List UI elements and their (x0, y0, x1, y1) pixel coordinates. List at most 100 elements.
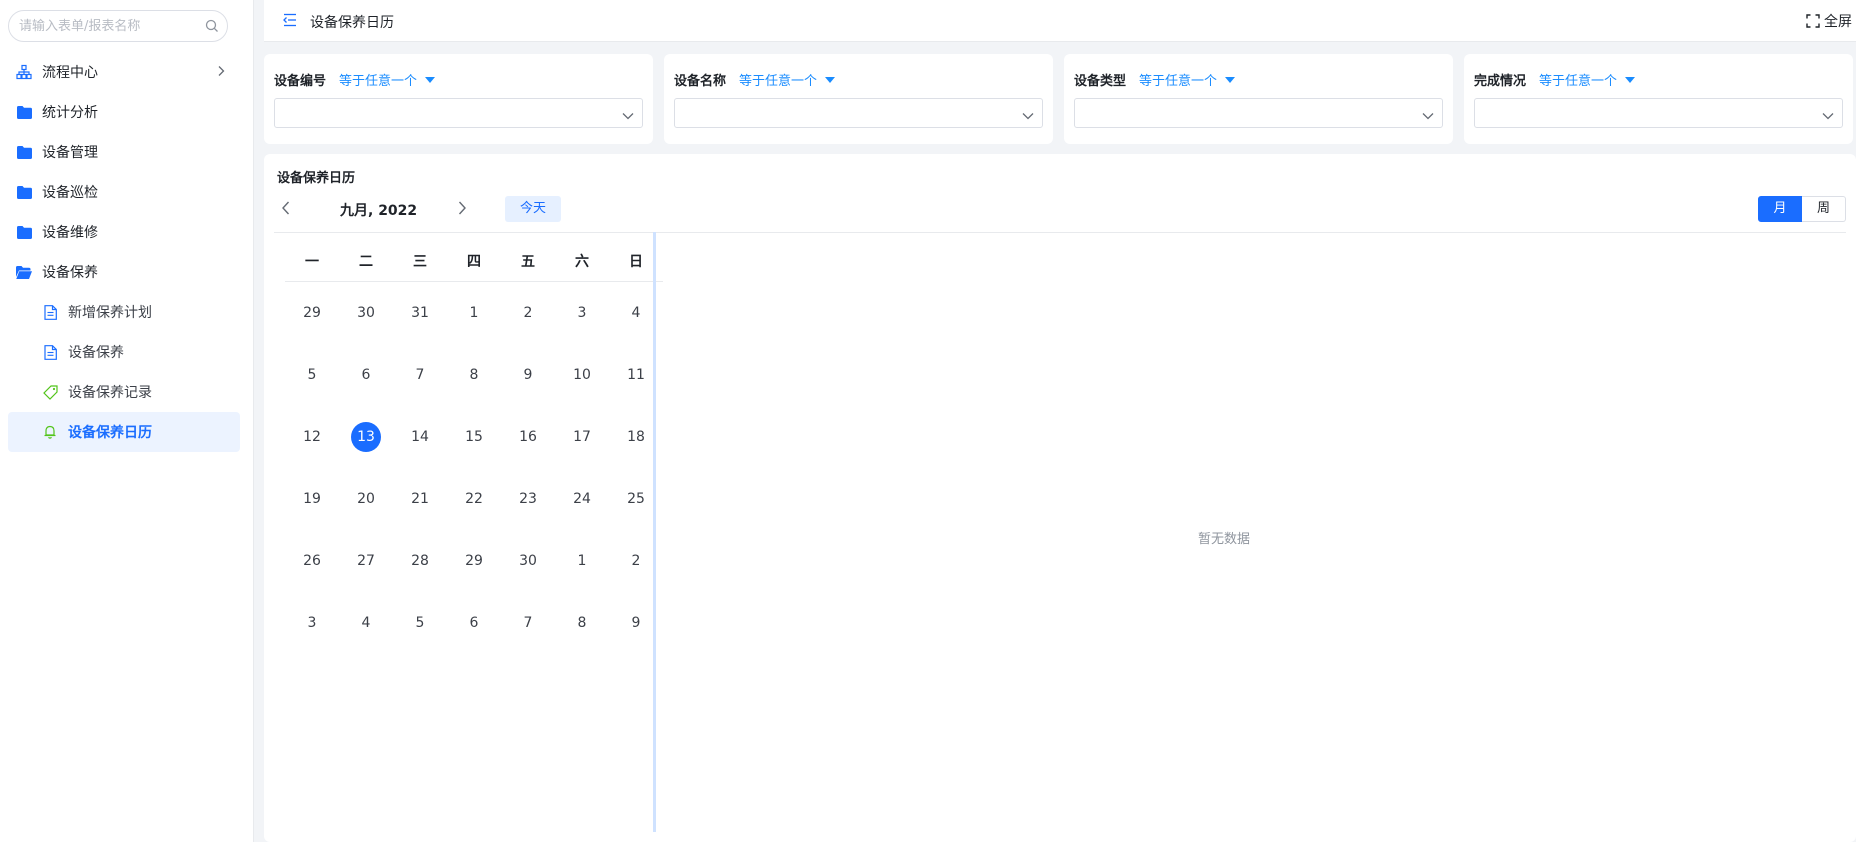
day-number: 8 (469, 367, 479, 383)
week-view-button[interactable]: 周 (1802, 196, 1846, 222)
today-button[interactable]: 今天 (505, 196, 561, 222)
calendar-day[interactable]: 1 (447, 282, 501, 344)
menu-collapse-icon[interactable] (282, 12, 298, 32)
folder-icon (16, 224, 32, 240)
filter-select[interactable] (274, 98, 643, 128)
calendar-week-row: 29 30 31 1 2 3 4 (285, 282, 663, 344)
sidebar-item-process-center[interactable]: 流程中心 (8, 52, 240, 92)
day-number: 4 (361, 615, 371, 631)
calendar-day[interactable]: 19 (285, 468, 339, 530)
calendar-day[interactable]: 8 (447, 344, 501, 406)
calendar-day[interactable]: 30 (339, 282, 393, 344)
calendar-day[interactable]: 26 (285, 530, 339, 592)
calendar-day[interactable]: 12 (285, 406, 339, 468)
calendar-day[interactable]: 27 (339, 530, 393, 592)
sidebar-item-statistics[interactable]: 统计分析 (8, 92, 240, 132)
filter-select[interactable] (674, 98, 1043, 128)
bell-icon (42, 424, 58, 440)
folder-icon (16, 144, 32, 160)
filter-label: 设备名称 (674, 74, 727, 89)
filter-label: 完成情况 (1474, 74, 1527, 89)
previous-month-button[interactable] (280, 200, 292, 220)
calendar-day[interactable]: 22 (447, 468, 501, 530)
org-chart-icon (16, 64, 32, 80)
calendar-day[interactable]: 5 (393, 592, 447, 654)
day-number: 2 (523, 305, 533, 321)
calendar-day[interactable]: 3 (285, 592, 339, 654)
day-number: 7 (523, 615, 533, 631)
calendar-day[interactable]: 6 (447, 592, 501, 654)
calendar-day[interactable]: 29 (285, 282, 339, 344)
calendar-day[interactable]: 16 (501, 406, 555, 468)
sidebar-nav: 流程中心 统计分析 设备管理 设备巡检 设备维修 设备保养 新增保养计划 设备保… (8, 52, 240, 452)
day-number: 15 (465, 429, 483, 445)
calendar-day[interactable]: 10 (555, 344, 609, 406)
month-view-button[interactable]: 月 (1758, 196, 1802, 222)
calendar-week-row: 3 4 5 6 7 8 9 (285, 592, 663, 654)
day-number: 19 (303, 491, 321, 507)
fullscreen-button[interactable]: 全屏 (1806, 11, 1852, 31)
weekday-label: 四 (467, 254, 481, 270)
calendar-day[interactable]: 15 (447, 406, 501, 468)
calendar-day[interactable]: 1 (555, 530, 609, 592)
search-input[interactable] (19, 11, 199, 41)
calendar-day[interactable]: 4 (339, 592, 393, 654)
filter-select[interactable] (1474, 98, 1843, 128)
day-number: 22 (465, 491, 483, 507)
sidebar-item-device-repair[interactable]: 设备维修 (8, 212, 240, 252)
sidebar-item-label: 统计分析 (42, 105, 98, 121)
calendar-day[interactable]: 23 (501, 468, 555, 530)
sidebar-subitem-maintenance-calendar[interactable]: 设备保养日历 (8, 412, 240, 452)
calendar-day[interactable]: 20 (339, 468, 393, 530)
caret-down-icon (425, 76, 436, 83)
calendar-day[interactable]: 28 (393, 530, 447, 592)
filter-label: 设备编号 (274, 74, 327, 89)
filter-device-name: 设备名称 等于任意一个 (664, 54, 1053, 144)
calendar-day-selected[interactable]: 13 (339, 406, 393, 468)
sidebar-item-device-inspection[interactable]: 设备巡检 (8, 172, 240, 212)
sidebar: 流程中心 统计分析 设备管理 设备巡检 设 (0, 0, 254, 842)
calendar-day[interactable]: 31 (393, 282, 447, 344)
day-number: 26 (303, 553, 321, 569)
calendar-day[interactable]: 6 (339, 344, 393, 406)
day-number: 9 (523, 367, 533, 383)
filter-operator-dropdown[interactable]: 等于任意一个 (1539, 70, 1636, 89)
calendar-day[interactable]: 8 (555, 592, 609, 654)
calendar-grid: 一 二 三 四 五 六 日 29 30 31 1 2 3 4 5 6 7 8 9… (285, 242, 663, 654)
calendar-day[interactable]: 5 (285, 344, 339, 406)
sidebar-subitem-maintenance-records[interactable]: 设备保养记录 (8, 372, 240, 412)
sidebar-item-device-management[interactable]: 设备管理 (8, 132, 240, 172)
calendar-day[interactable]: 17 (555, 406, 609, 468)
calendar-day[interactable]: 14 (393, 406, 447, 468)
day-number: 23 (519, 491, 537, 507)
sidebar-item-label: 设备保养 (68, 345, 124, 361)
calendar-day[interactable]: 21 (393, 468, 447, 530)
next-month-button[interactable] (456, 200, 468, 220)
filter-device-type: 设备类型 等于任意一个 (1064, 54, 1453, 144)
calendar-day[interactable]: 3 (555, 282, 609, 344)
caret-down-icon (825, 76, 836, 83)
day-number: 12 (303, 429, 321, 445)
calendar-day[interactable]: 7 (501, 592, 555, 654)
calendar-day[interactable]: 7 (393, 344, 447, 406)
panel-splitter[interactable] (653, 232, 656, 832)
filter-operator-dropdown[interactable]: 等于任意一个 (1139, 70, 1236, 89)
day-number: 10 (573, 367, 591, 383)
calendar-day[interactable]: 29 (447, 530, 501, 592)
calendar-day[interactable]: 9 (501, 344, 555, 406)
calendar-day[interactable]: 24 (555, 468, 609, 530)
search-icon[interactable] (205, 19, 219, 37)
calendar-day[interactable]: 2 (501, 282, 555, 344)
sidebar-subitem-maintenance[interactable]: 设备保养 (8, 332, 240, 372)
filter-operator-dropdown[interactable]: 等于任意一个 (739, 70, 836, 89)
calendar-day[interactable]: 30 (501, 530, 555, 592)
chevron-down-icon (1022, 108, 1034, 124)
weekday-label: 一 (305, 254, 319, 270)
filter-select[interactable] (1074, 98, 1443, 128)
sidebar-subitem-new-plan[interactable]: 新增保养计划 (8, 292, 240, 332)
filter-operator-dropdown[interactable]: 等于任意一个 (339, 70, 436, 89)
sidebar-item-label: 新增保养计划 (68, 305, 152, 321)
sidebar-item-device-maintenance[interactable]: 设备保养 (8, 252, 240, 292)
calendar-week-row: 5 6 7 8 9 10 11 (285, 344, 663, 406)
filter-operator-label: 等于任意一个 (1539, 74, 1618, 89)
